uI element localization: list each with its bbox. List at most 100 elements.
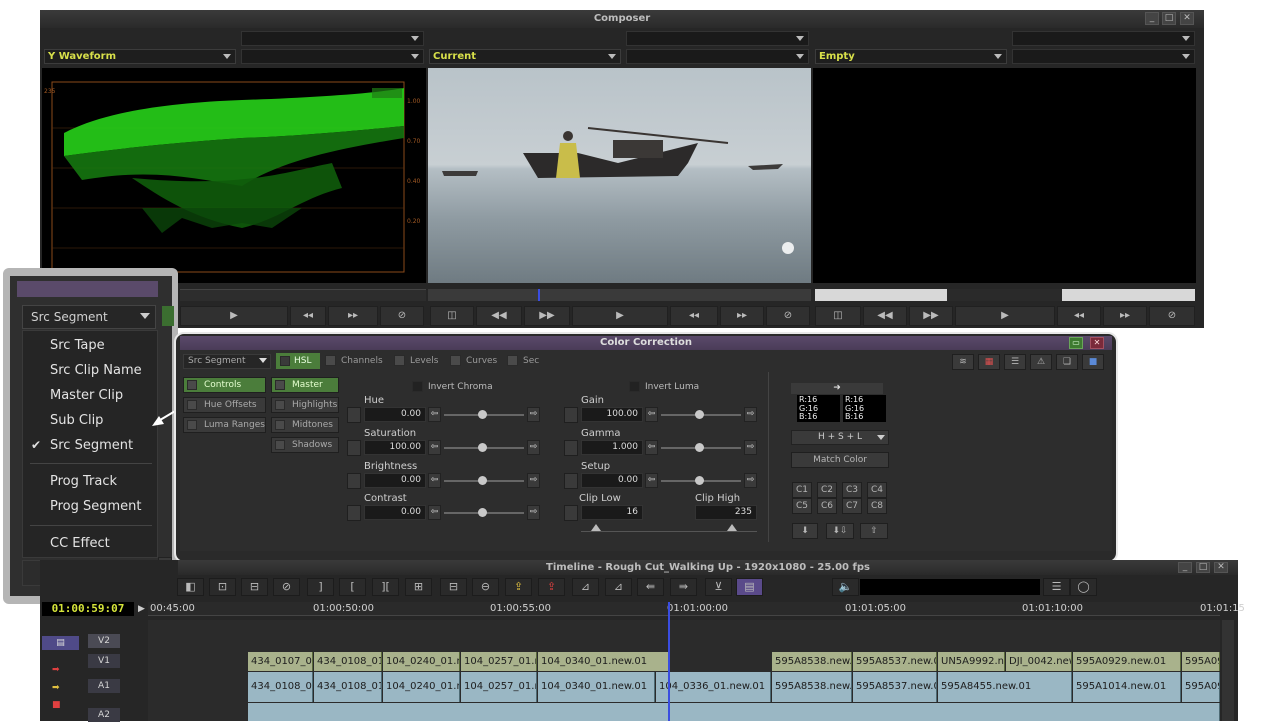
tab-sec[interactable]: Sec xyxy=(507,353,539,369)
v1-clip[interactable]: 595A8537.new.01 xyxy=(853,652,937,671)
setup-value[interactable]: 0.00 xyxy=(581,473,643,488)
track-menu-button[interactable]: ▤ xyxy=(42,636,79,650)
c8-button[interactable]: C8 xyxy=(867,498,887,514)
record-track-a1[interactable]: ➡ xyxy=(52,683,72,695)
saturation-slider[interactable]: ⇦ ⇨ xyxy=(428,440,540,455)
a1-clip[interactable]: 595A8537.new.01 xyxy=(853,672,937,702)
warning-icon[interactable]: ⚠ xyxy=(1030,354,1052,370)
arrow-left-icon[interactable]: ⇦ xyxy=(428,407,441,422)
a1-clip[interactable]: 104_0340_01.new.01 xyxy=(538,672,655,702)
arrow-right-icon[interactable]: ⇨ xyxy=(744,473,757,488)
saturation-value[interactable]: 100.00 xyxy=(364,440,426,455)
c5-button[interactable]: C5 xyxy=(792,498,812,514)
brightness-enable[interactable] xyxy=(347,473,361,489)
v1-clip-gap[interactable] xyxy=(671,652,771,671)
clip-high-handle[interactable] xyxy=(727,524,737,531)
clip-range-track[interactable] xyxy=(581,523,757,533)
gamma-slider[interactable]: ⇦ ⇨ xyxy=(645,440,757,455)
contrast-enable[interactable] xyxy=(347,505,361,521)
right-split-button[interactable]: ◫ xyxy=(815,306,861,326)
menu-item-src-clip-name[interactable]: Src Clip Name xyxy=(50,363,142,378)
track-v2[interactable]: V2 xyxy=(88,634,120,648)
mark-out-icon[interactable]: ] xyxy=(307,578,334,596)
arrow-left-icon[interactable]: ⇦ xyxy=(645,473,658,488)
src-segment-selector[interactable]: Src Segment xyxy=(22,305,156,329)
clip-low-value[interactable]: 16 xyxy=(581,505,643,520)
hue-knob[interactable] xyxy=(478,410,487,419)
setup-enable[interactable] xyxy=(564,473,578,489)
arrow-left-icon[interactable]: ⇦ xyxy=(645,440,658,455)
tl-tool-17[interactable]: ⊻ xyxy=(705,578,732,596)
tl-tool-2[interactable]: ⊡ xyxy=(209,578,236,596)
right-fastforward-button[interactable]: ▶▶ xyxy=(909,306,953,326)
brightness-knob[interactable] xyxy=(478,476,487,485)
invert-chroma-checkbox[interactable]: Invert Chroma xyxy=(412,381,493,392)
v1-clip[interactable]: DJI_0042.new xyxy=(1006,652,1072,671)
left-step-forward-button[interactable]: ▸▸ xyxy=(328,306,378,326)
a1-clip[interactable]: 595A8538.new.0 xyxy=(772,672,852,702)
arrow-right-icon[interactable]: ⇨ xyxy=(744,407,757,422)
center-playhead[interactable] xyxy=(538,289,540,301)
right-mark-in-button[interactable]: ◂◂ xyxy=(1057,306,1101,326)
shadows-button[interactable]: Shadows xyxy=(271,437,339,453)
tab-levels[interactable]: Levels xyxy=(394,353,438,369)
tl-tool-16[interactable]: ⇛ xyxy=(670,578,697,596)
monitor-menu-blank-2[interactable] xyxy=(241,49,424,64)
tab-channels[interactable]: Channels xyxy=(325,353,383,369)
cc-icon-5[interactable]: ❏ xyxy=(1056,354,1078,370)
gamma-enable[interactable] xyxy=(564,440,578,456)
center-play-button[interactable]: ▶ xyxy=(572,306,668,326)
track-v1[interactable]: V1 xyxy=(88,654,120,668)
arrow-left-icon[interactable]: ⇦ xyxy=(428,440,441,455)
v1-clip[interactable]: 595A8538.new.0 xyxy=(772,652,852,671)
gamma-value[interactable]: 1.000 xyxy=(581,440,643,455)
speaker-icon[interactable]: 🔈 xyxy=(832,578,859,596)
center-no-icon-button[interactable]: ⊘ xyxy=(766,306,810,326)
highlights-button[interactable]: Highlights xyxy=(271,397,339,413)
tl-tool-no-icon[interactable]: ⊘ xyxy=(273,578,300,596)
controls-button[interactable]: Controls xyxy=(183,377,266,393)
arrow-right-icon[interactable]: ⇨ xyxy=(527,505,540,520)
cc-icon-2[interactable]: ▦ xyxy=(978,354,1000,370)
arrow-right-icon[interactable]: ⇨ xyxy=(744,440,757,455)
v1-clip[interactable]: 104_0257_01.ne xyxy=(461,652,537,671)
gain-enable[interactable] xyxy=(564,407,578,423)
mark-in-icon[interactable]: [ xyxy=(339,578,366,596)
maximize-button[interactable]: □ xyxy=(1162,12,1176,25)
c3-button[interactable]: C3 xyxy=(842,482,862,498)
center-fastforward-button[interactable]: ▶▶ xyxy=(524,306,570,326)
center-monitor-dropdown[interactable]: Current xyxy=(429,49,621,64)
v1-clip[interactable]: UN5A9992.ne xyxy=(938,652,1005,671)
c7-button[interactable]: C7 xyxy=(842,498,862,514)
menu-item-master-clip[interactable]: Master Clip xyxy=(50,388,123,403)
menu-item-src-tape[interactable]: Src Tape xyxy=(50,338,105,353)
c6-button[interactable]: C6 xyxy=(817,498,837,514)
menu-item-prog-track[interactable]: Prog Track xyxy=(50,474,117,489)
match-color-button[interactable]: Match Color xyxy=(791,452,889,468)
v1-clip[interactable]: 104_0240_01.ne xyxy=(383,652,460,671)
match-mode-dropdown[interactable]: H + S + L xyxy=(791,430,889,445)
tab-curves[interactable]: Curves xyxy=(450,353,497,369)
saturation-knob[interactable] xyxy=(478,443,487,452)
setup-slider[interactable]: ⇦ ⇨ xyxy=(645,473,757,488)
left-play-button[interactable]: ▶ xyxy=(180,306,288,326)
v1-clip[interactable]: 434_0107_01 xyxy=(248,652,313,671)
monitor-menu-blank-3[interactable] xyxy=(626,31,809,46)
right-no-icon-button[interactable]: ⊘ xyxy=(1149,306,1195,326)
down-arrow-icon[interactable]: ⬇ xyxy=(792,523,818,539)
contrast-knob[interactable] xyxy=(478,508,487,517)
arrow-right-icon[interactable]: ⇨ xyxy=(527,407,540,422)
tl-record-icon[interactable]: ◯ xyxy=(1070,578,1097,596)
arrow-left-icon[interactable]: ⇦ xyxy=(428,505,441,520)
left-position-bar[interactable] xyxy=(180,289,426,301)
clip-low-handle[interactable] xyxy=(591,524,601,531)
hue-enable[interactable] xyxy=(347,407,361,423)
tl-tool-10[interactable]: ⊖ xyxy=(472,578,499,596)
setup-knob[interactable] xyxy=(695,476,704,485)
tl-tool-1[interactable]: ◧ xyxy=(177,578,204,596)
a2-clip[interactable] xyxy=(248,703,1220,721)
monitor-menu-blank-1[interactable] xyxy=(241,31,424,46)
record-track-v1[interactable]: ➡ xyxy=(52,665,72,677)
track-a2[interactable]: A2 xyxy=(88,708,120,722)
mark-clip-icon[interactable]: ][ xyxy=(372,578,399,596)
